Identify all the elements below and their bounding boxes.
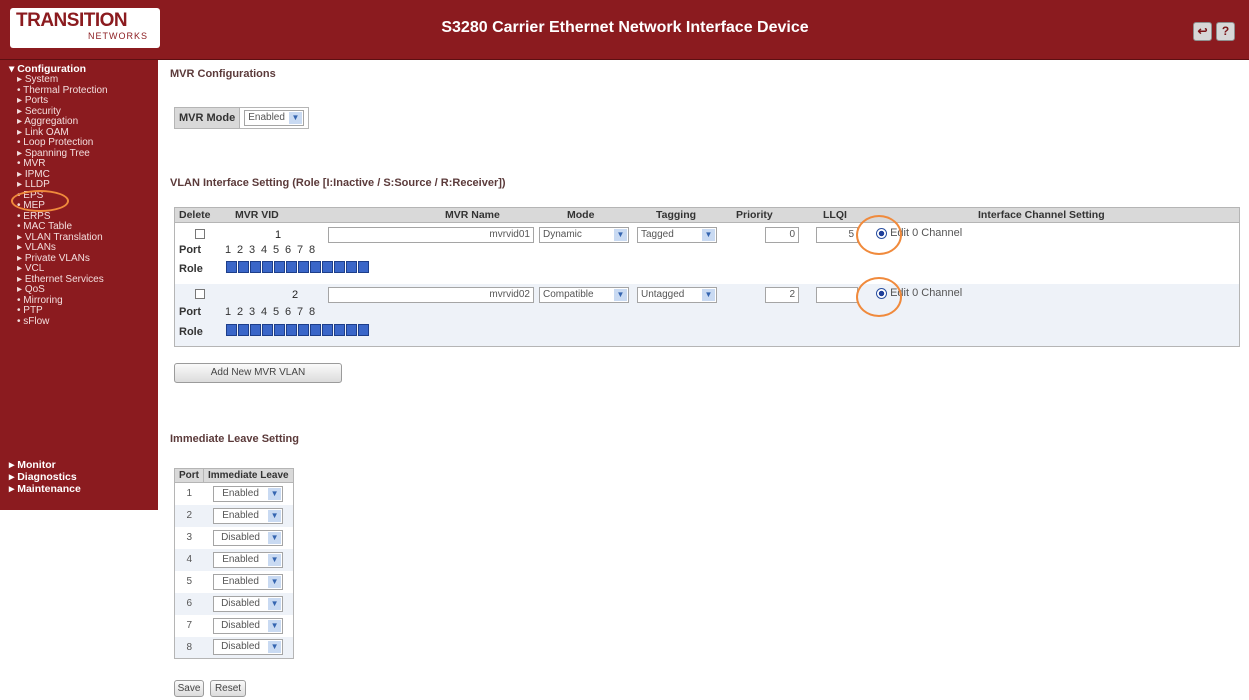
role-label: Role [179,263,203,275]
immediate-leave-select[interactable]: Enabled ▼ [213,485,284,502]
tagging-select[interactable]: Untagged ▼ [637,287,717,303]
chevron-down-icon: ▼ [288,112,302,124]
role-label: Role [179,326,203,338]
main-content: MVR Configurations MVR Mode Enabled ▼ VLA… [170,60,1245,700]
chevron-down-icon: ▼ [268,509,282,522]
channel-highlight-circle-2 [856,277,902,317]
mvr-highlight-circle [11,190,69,212]
chevron-down-icon: ▼ [268,553,282,566]
table-row: 7 Disabled ▼ [175,615,294,637]
mode-select[interactable]: Dynamic ▼ [539,227,629,243]
immediate-leave-select[interactable]: Disabled ▼ [213,595,284,612]
port-numbers: 12345678 [224,306,316,318]
reset-button[interactable]: Reset [210,680,246,697]
col-delete: Delete [179,209,211,221]
immediate-leave-select[interactable]: Enabled ▼ [213,507,284,524]
immediate-leave-select[interactable]: Enabled ▼ [213,573,284,590]
immediate-leave-heading: Immediate Leave Setting [170,433,299,445]
priority-input[interactable]: 2 [765,287,799,303]
mvr-vid-value: 2 [292,289,299,301]
col-immediate-leave: Immediate Leave [203,468,294,483]
logo-line1: TRANSITION [16,10,128,31]
immediate-leave-select[interactable]: Disabled ▼ [213,639,284,656]
vlan-table-header: Delete MVR VID MVR Name Mode Tagging Pri… [175,208,1239,223]
add-new-mvr-vlan-button[interactable]: Add New MVR VLAN [174,363,342,383]
col-mode: Mode [567,209,595,221]
col-interface-channel: Interface Channel Setting [978,209,1105,221]
save-button[interactable]: Save [174,680,204,697]
chevron-down-icon: ▼ [268,487,282,500]
mvr-mode-select[interactable]: Enabled ▼ [244,110,304,126]
sidebar-group-maintenance[interactable]: ▸ Maintenance [9,483,81,495]
vlan-row-2: 2 mvrvid02 Compatible ▼ Untagged ▼ 2 Edit … [175,284,1239,346]
col-priority: Priority [736,209,773,221]
sidebar: ▾ Configuration ▸ System • Thermal Prote… [0,60,158,510]
table-row: 8 Disabled ▼ [174,636,294,659]
port-label: Port [179,306,201,318]
table-row: 2 Enabled ▼ [174,504,294,527]
app-header: TRANSITION NETWORKS S3280 Carrier Ethern… [0,0,1249,60]
tagging-select[interactable]: Tagged ▼ [637,227,717,243]
col-port: Port [174,468,204,483]
delete-checkbox[interactable] [195,289,205,299]
immediate-leave-table: Port Immediate Leave 1 Enabled ▼ 2 Enabled ▼… [174,468,294,659]
port-label: Port [179,244,201,256]
chevron-down-icon: ▼ [614,229,627,241]
sidebar-bottom-groups: ▸ Monitor ▸ Diagnostics ▸ Maintenance [9,459,81,495]
llqi-input[interactable]: 5 [816,227,858,243]
mode-select[interactable]: Compatible ▼ [539,287,629,303]
table-row: 1 Enabled ▼ [175,483,294,505]
transition-networks-logo[interactable]: TRANSITION NETWORKS [10,8,160,48]
immediate-leave-select[interactable]: Disabled ▼ [213,617,284,634]
col-mvr-name: MVR Name [445,209,500,221]
col-mvr-vid: MVR VID [235,209,279,221]
col-llqi: LLQI [823,209,847,221]
col-tagging: Tagging [656,209,697,221]
role-selector-strip[interactable] [226,261,370,274]
logo-line2: NETWORKS [87,31,148,41]
table-row: 6 Disabled ▼ [174,592,294,615]
logout-icon[interactable]: ↩ [1193,22,1212,41]
mvr-mode-table: MVR Mode Enabled ▼ [173,107,309,129]
role-selector-strip[interactable] [226,324,370,337]
vlan-interface-table: Delete MVR VID MVR Name Mode Tagging Pri… [174,207,1240,347]
mvr-vid-value: 1 [275,229,282,241]
table-row: 4 Enabled ▼ [174,548,294,571]
mvr-mode-label: MVR Mode [173,107,241,129]
immediate-leave-select[interactable]: Disabled ▼ [213,529,284,546]
vlan-interface-heading: VLAN Interface Setting (Role [I:Inactive… [170,177,506,189]
chevron-down-icon: ▼ [268,597,282,610]
mvr-name-input[interactable]: mvrvid02 [328,287,534,303]
chevron-down-icon: ▼ [268,641,282,654]
port-numbers: 12345678 [224,244,316,256]
chevron-down-icon: ▼ [614,289,627,301]
table-row: 5 Enabled ▼ [175,571,294,593]
channel-highlight-circle-1 [856,215,902,255]
immediate-leave-select[interactable]: Enabled ▼ [213,551,284,568]
table-row: 3 Disabled ▼ [175,527,294,549]
mvr-name-input[interactable]: mvrvid01 [328,227,534,243]
chevron-down-icon: ▼ [268,575,282,588]
mvr-configurations-heading: MVR Configurations [170,68,276,80]
chevron-down-icon: ▼ [268,531,282,544]
llqi-input[interactable] [816,287,858,303]
help-icon[interactable]: ? [1216,22,1235,41]
delete-checkbox[interactable] [195,229,205,239]
app-title: S3280 Carrier Ethernet Network Interface… [441,19,809,36]
vlan-row-1: 1 mvrvid01 Dynamic ▼ Tagged ▼ 0 5 Edit 0 C… [175,224,1239,283]
sidebar-group-diagnostics[interactable]: ▸ Diagnostics [9,471,81,483]
chevron-down-icon: ▼ [268,619,282,632]
sidebar-item-sflow[interactable]: • sFlow [9,316,158,328]
priority-input[interactable]: 0 [765,227,799,243]
chevron-down-icon: ▼ [702,289,715,301]
sidebar-group-monitor[interactable]: ▸ Monitor [9,459,81,471]
chevron-down-icon: ▼ [702,229,715,241]
